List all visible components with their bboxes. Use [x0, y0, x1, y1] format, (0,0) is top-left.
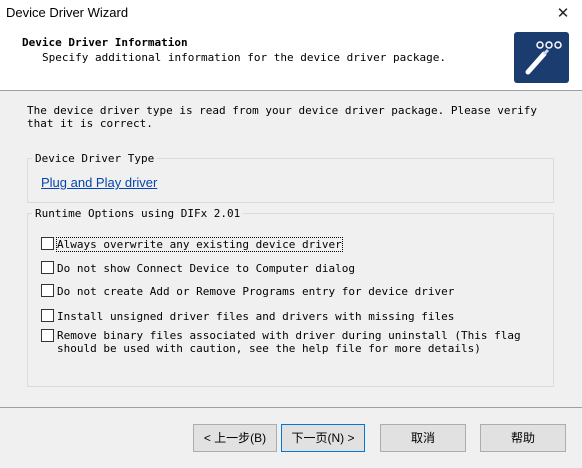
- driver-type-legend: Device Driver Type: [32, 152, 158, 165]
- driver-type-link[interactable]: Plug and Play driver: [41, 175, 157, 190]
- option-label-overwrite: Always overwrite any existing device dri…: [56, 237, 343, 252]
- header-title: Device Driver Information: [22, 36, 188, 49]
- back-button[interactable]: < 上一步(B): [193, 424, 277, 452]
- option-checkbox-install-unsigned[interactable]: [41, 309, 54, 322]
- option-checkbox-no-arp-entry[interactable]: [41, 284, 54, 297]
- help-button[interactable]: 帮助: [480, 424, 566, 452]
- option-checkbox-overwrite[interactable]: [41, 237, 54, 250]
- option-label-remove-binaries: Remove binary files associated with driv…: [57, 329, 521, 355]
- window-title: Device Driver Wizard: [6, 5, 129, 20]
- wizard-logo-icon: [514, 32, 569, 83]
- option-label-no-connect-dialog: Do not show Connect Device to Computer d…: [57, 262, 356, 275]
- cancel-button[interactable]: 取消: [380, 424, 466, 452]
- option-label-no-arp-entry: Do not create Add or Remove Programs ent…: [57, 285, 455, 298]
- option-checkbox-no-connect-dialog[interactable]: [41, 261, 54, 274]
- option-checkbox-remove-binaries[interactable]: [41, 329, 54, 342]
- header-subtitle: Specify additional information for the d…: [42, 51, 446, 64]
- close-icon[interactable]: ✕: [550, 2, 576, 26]
- next-button[interactable]: 下一页(N) >: [281, 424, 365, 452]
- option-label-install-unsigned: Install unsigned driver files and driver…: [57, 310, 455, 323]
- intro-text: The device driver type is read from your…: [27, 104, 537, 130]
- footer-divider: [0, 407, 582, 408]
- runtime-options-legend: Runtime Options using DIFx 2.01: [32, 207, 244, 220]
